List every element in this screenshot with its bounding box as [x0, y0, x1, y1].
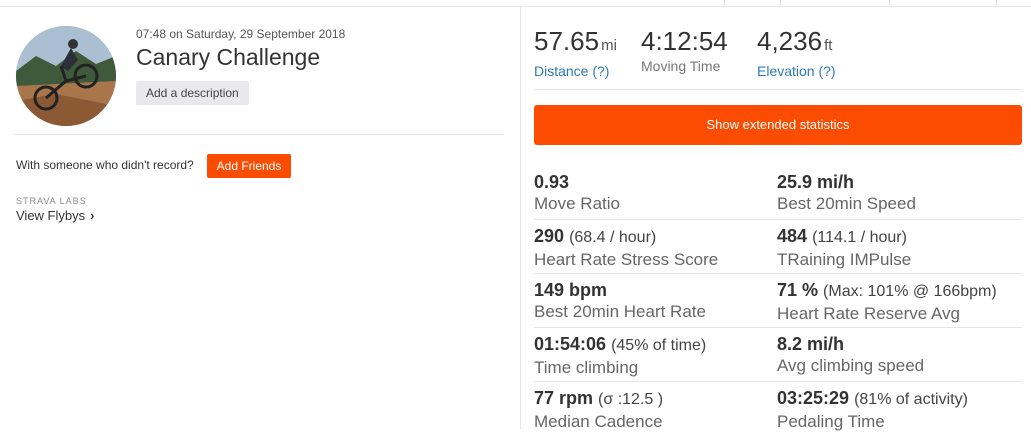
stat-label: Time climbing	[534, 358, 639, 377]
stat-move-ratio: 0.93 Move Ratio	[534, 171, 620, 214]
stat-best-20min-hr: 149 bpm Best 20min Heart Rate	[534, 279, 706, 322]
stats-row: 01:54:06 (45% of time) Time climbing 8.2 …	[534, 327, 1022, 381]
stat-label: Move Ratio	[534, 194, 620, 213]
add-friends-button[interactable]: Add Friends	[207, 154, 291, 178]
stat-label: Pedaling Time	[777, 412, 885, 431]
stats-row: 0.93 Move Ratio 25.9 mi/h Best 20min Speed	[534, 166, 1022, 219]
stats-row: 290 (68.4 / hour) Heart Rate Stress Score…	[534, 219, 1022, 273]
stat-extra: (68.4 / hour)	[569, 229, 657, 246]
stat-value: 77 rpm	[534, 388, 594, 408]
moving-time-value: 4:12:54	[641, 26, 728, 56]
stat-value: 149 bpm	[534, 280, 608, 300]
stat-value: 03:25:29	[777, 388, 850, 408]
stat-label: Best 20min Speed	[777, 194, 916, 213]
stat-time-climbing: 01:54:06 (45% of time) Time climbing	[534, 333, 706, 378]
add-description-button[interactable]: Add a description	[136, 81, 249, 105]
stat-value: 290	[534, 226, 565, 246]
avatar-photo	[16, 26, 116, 126]
stat-avg-climbing-speed: 8.2 mi/h Avg climbing speed	[777, 333, 924, 376]
stat-value: 01:54:06	[534, 334, 607, 354]
moving-time-label: Moving Time	[641, 58, 721, 74]
distance-value: 57.65	[534, 26, 600, 56]
extended-stats-grid: 0.93 Move Ratio 25.9 mi/h Best 20min Speed…	[534, 166, 1022, 435]
elevation-help-link[interactable]: Elevation (?)	[757, 63, 836, 79]
elevation-unit: ft	[824, 37, 833, 54]
stat-label: Best 20min Heart Rate	[534, 302, 706, 321]
stat-hrss: 290 (68.4 / hour) Heart Rate Stress Score	[534, 225, 718, 270]
stat-extra: (45% of time)	[611, 337, 707, 354]
distance-unit: mi	[601, 37, 617, 54]
stats-row: 149 bpm Best 20min Heart Rate 71 % (Max: …	[534, 273, 1022, 327]
stat-label: Avg climbing speed	[777, 356, 925, 375]
stat-label: Heart Rate Stress Score	[534, 250, 719, 269]
stat-extra: (Max: 101% @ 166bpm)	[823, 283, 997, 300]
stat-best-20min-speed: 25.9 mi/h Best 20min Speed	[777, 171, 916, 214]
with-someone-text: With someone who didn't record?	[16, 158, 194, 172]
stat-label: TRaining IMPulse	[777, 250, 912, 269]
stat-extra: (81% of activity)	[854, 391, 968, 408]
distance-stat: 57.65 mi Distance (?)	[534, 26, 617, 79]
view-flybys-label: View Flybys	[16, 208, 86, 223]
header-divider	[14, 134, 504, 135]
stat-median-cadence: 77 rpm (σ :12.5 ) Median Cadence	[534, 387, 663, 432]
stats-row: 77 rpm (σ :12.5 ) Median Cadence 03:25:29…	[534, 381, 1022, 435]
stat-value: 71 %	[777, 280, 819, 300]
elevation-value: 4,236	[757, 26, 823, 56]
summary-divider	[534, 89, 1022, 90]
stat-value: 25.9 mi/h	[777, 172, 855, 192]
elevation-stat: 4,236 ft Elevation (?)	[757, 26, 836, 79]
show-extended-statistics-button[interactable]: Show extended statistics	[534, 105, 1022, 145]
stat-extra: (114.1 / hour)	[812, 229, 907, 246]
stats-panel: 57.65 mi Distance (?) 4:12:54 Moving Time…	[521, 6, 1031, 431]
chevron-right-icon: ›	[90, 208, 95, 223]
stat-pedaling-time: 03:25:29 (81% of activity) Pedaling Time	[777, 387, 968, 432]
activity-header-panel: 07:48 on Saturday, 29 September 2018 Can…	[0, 6, 521, 429]
stat-hr-reserve-avg: 71 % (Max: 101% @ 166bpm) Heart Rate Rese…	[777, 279, 997, 324]
distance-help-link[interactable]: Distance (?)	[534, 63, 617, 79]
stat-value: 8.2 mi/h	[777, 334, 845, 354]
moving-time-stat: 4:12:54 Moving Time	[641, 26, 728, 74]
stat-label: Median Cadence	[534, 412, 663, 431]
strava-labs-label: STRAVA LABS	[16, 196, 87, 206]
stat-trimp: 484 (114.1 / hour) TRaining IMPulse	[777, 225, 911, 270]
athlete-avatar[interactable]	[16, 26, 116, 126]
stat-value: 0.93	[534, 172, 570, 192]
stat-extra: (σ :12.5 )	[598, 391, 664, 408]
activity-datetime: 07:48 on Saturday, 29 September 2018	[136, 27, 346, 41]
stat-value: 484	[777, 226, 808, 246]
activity-title: Canary Challenge	[136, 44, 321, 70]
view-flybys-link[interactable]: View Flybys ›	[16, 208, 94, 223]
stat-label: Heart Rate Reserve Avg	[777, 304, 960, 323]
